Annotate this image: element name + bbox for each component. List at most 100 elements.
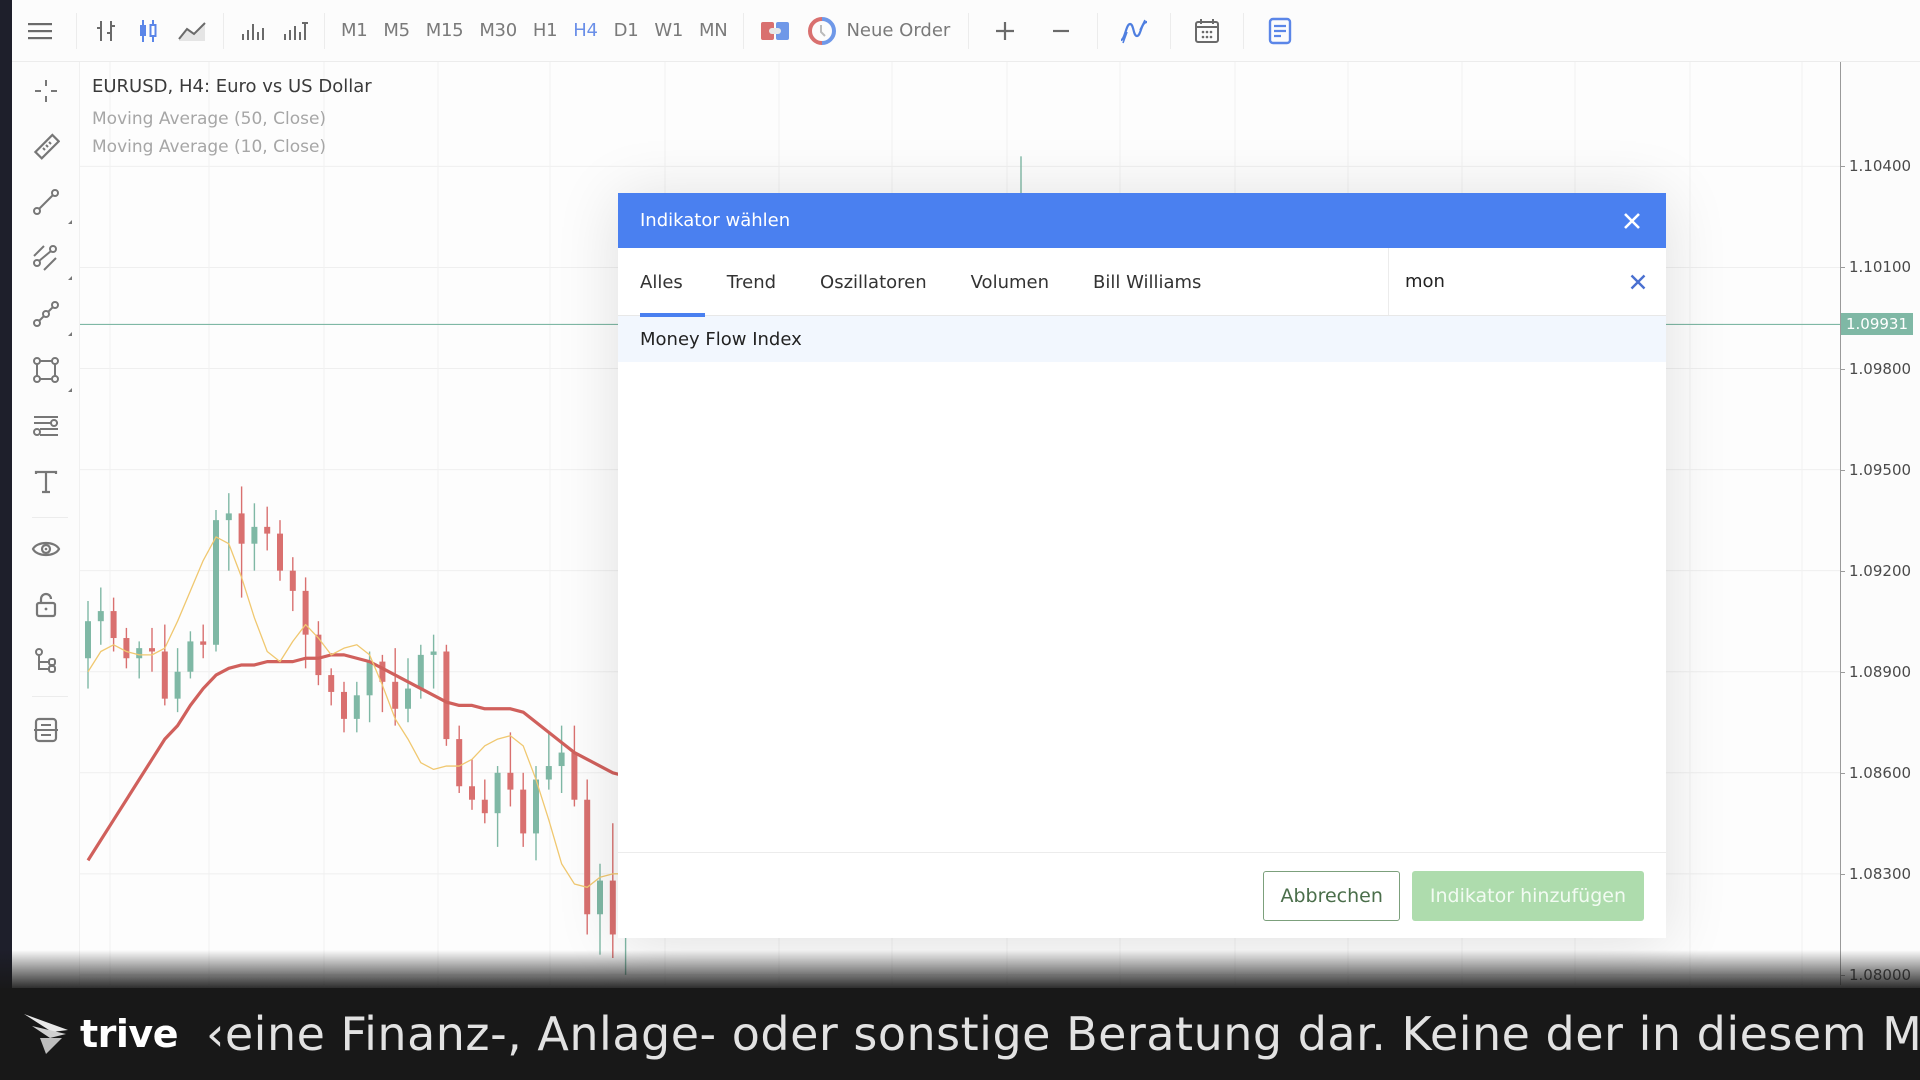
timeframe-m15[interactable]: M15	[418, 11, 472, 51]
current-price-label: 1.09931	[1841, 313, 1913, 336]
search-input[interactable]	[1405, 271, 1605, 292]
tab-oszillatoren[interactable]: Oszillatoren	[820, 248, 927, 316]
object-tree-icon[interactable]	[26, 641, 66, 681]
logo-text: trive	[80, 1012, 178, 1056]
line-chart-icon[interactable]	[169, 11, 215, 51]
candle-body	[277, 533, 283, 571]
timeframe-d1[interactable]: D1	[606, 11, 647, 51]
candle-body	[481, 799, 488, 814]
tab-bill-williams[interactable]: Bill Williams	[1093, 248, 1201, 316]
text-icon[interactable]	[26, 462, 66, 502]
tab-trend[interactable]: Trend	[727, 248, 776, 316]
price-tick	[1840, 873, 1845, 875]
price-axis[interactable]: 1.09931 1.10400 1.10100 1.09800 1.09500 1.09…	[1840, 62, 1920, 985]
toolbar-divider	[324, 12, 325, 49]
shapes-icon[interactable]	[26, 350, 72, 392]
candle-body	[213, 520, 219, 645]
candle-body	[174, 671, 181, 699]
price-tick	[1840, 368, 1845, 370]
candle-body	[251, 526, 258, 544]
timeframe-mn[interactable]: MN	[691, 11, 735, 51]
banner-fade	[0, 950, 1920, 990]
candle-body	[392, 681, 399, 709]
bar-chart-icon[interactable]	[85, 11, 127, 51]
disclaimer-banner: trive ‹eine Finanz-, Anlage- oder sonsti…	[0, 988, 1920, 1080]
tab-alles[interactable]: Alles	[640, 248, 705, 317]
candle-body	[225, 513, 232, 521]
add-indicator-button[interactable]: Indikator hinzufügen	[1411, 870, 1644, 921]
zoom-in-icon[interactable]	[977, 11, 1033, 51]
timeframe-selector: M1 M5 M15 M30 H1 H4 D1 W1 MN	[333, 11, 735, 51]
drawing-tools-sidebar	[12, 62, 80, 985]
candle-body	[520, 789, 527, 834]
candle-body	[545, 766, 552, 780]
layers-icon[interactable]	[26, 710, 66, 750]
candle-body	[123, 638, 130, 659]
candle-body	[584, 799, 591, 915]
toolbar-divider	[1243, 12, 1245, 49]
clock-icon	[808, 16, 837, 45]
eye-icon[interactable]	[26, 529, 66, 569]
sidebar-divider	[32, 517, 68, 518]
indicator-dialog: Indikator wählen Alles Trend Oszillatoren V…	[618, 193, 1666, 938]
timeframe-h4[interactable]: H4	[565, 11, 605, 51]
candle-body	[597, 880, 603, 915]
fibonacci-icon[interactable]	[26, 406, 66, 446]
expand-corner-icon	[68, 388, 72, 392]
price-tick	[1840, 671, 1845, 673]
toolbar-divider	[1170, 12, 1172, 49]
calendar-icon[interactable]	[1179, 11, 1235, 51]
price-tick	[1840, 469, 1845, 471]
candle-body	[238, 513, 245, 544]
result-item[interactable]: Money Flow Index	[618, 316, 1666, 362]
price-tick-label: 1.08300	[1849, 864, 1912, 883]
polyline-icon[interactable]	[26, 294, 72, 336]
timeframe-m5[interactable]: M5	[375, 11, 417, 51]
candle-body	[97, 611, 104, 622]
price-tick	[1840, 772, 1845, 774]
candle-body	[456, 739, 463, 787]
menu-icon[interactable]	[12, 11, 68, 51]
trive-logo: trive	[22, 1012, 178, 1056]
timeframe-h1[interactable]: H1	[525, 11, 565, 51]
candle-body	[136, 648, 143, 659]
new-order-button[interactable]: Neue Order	[798, 16, 960, 45]
trive-wing-icon	[24, 1014, 68, 1054]
channel-icon[interactable]	[26, 238, 72, 280]
candle-body	[366, 661, 373, 696]
indicator-label-ma10[interactable]: Moving Average (10, Close)	[92, 137, 372, 157]
close-icon[interactable]	[1620, 209, 1644, 233]
cancel-button[interactable]: Abbrechen	[1263, 870, 1400, 921]
price-tick-label: 1.10400	[1849, 157, 1912, 176]
clear-search-icon[interactable]	[1626, 270, 1650, 294]
price-tick	[1840, 166, 1845, 168]
trendline-icon[interactable]	[26, 182, 72, 224]
category-tabs: Alles Trend Oszillatoren Volumen Bill Willia…	[618, 248, 1388, 317]
price-tick-label: 1.08600	[1849, 763, 1912, 782]
tab-volumen[interactable]: Volumen	[971, 248, 1049, 316]
price-tick-label: 1.08900	[1849, 662, 1912, 681]
timeframe-m30[interactable]: M30	[471, 11, 525, 51]
news-icon[interactable]	[1252, 11, 1308, 51]
volume-icon[interactable]	[232, 11, 274, 51]
volume-tick-icon[interactable]	[274, 11, 316, 51]
indicators-icon[interactable]	[1106, 11, 1162, 51]
one-click-trading-icon[interactable]	[752, 11, 798, 51]
crosshair-icon[interactable]	[26, 71, 66, 111]
timeframe-w1[interactable]: W1	[646, 11, 691, 51]
lock-icon[interactable]	[26, 585, 66, 625]
candle-body	[609, 880, 616, 935]
expand-corner-icon	[68, 276, 72, 280]
zoom-out-icon[interactable]	[1033, 11, 1089, 51]
timeframe-m1[interactable]: M1	[333, 11, 375, 51]
ruler-icon[interactable]	[26, 127, 66, 167]
candle-body	[110, 611, 117, 639]
candle-body	[417, 654, 424, 689]
candle-body	[443, 651, 450, 740]
candle-body	[328, 675, 335, 692]
expand-corner-icon	[68, 332, 72, 336]
toolbar-divider	[1097, 12, 1099, 49]
candlestick-icon[interactable]	[127, 11, 169, 51]
candle-body	[187, 641, 194, 672]
indicator-label-ma50[interactable]: Moving Average (50, Close)	[92, 109, 372, 129]
